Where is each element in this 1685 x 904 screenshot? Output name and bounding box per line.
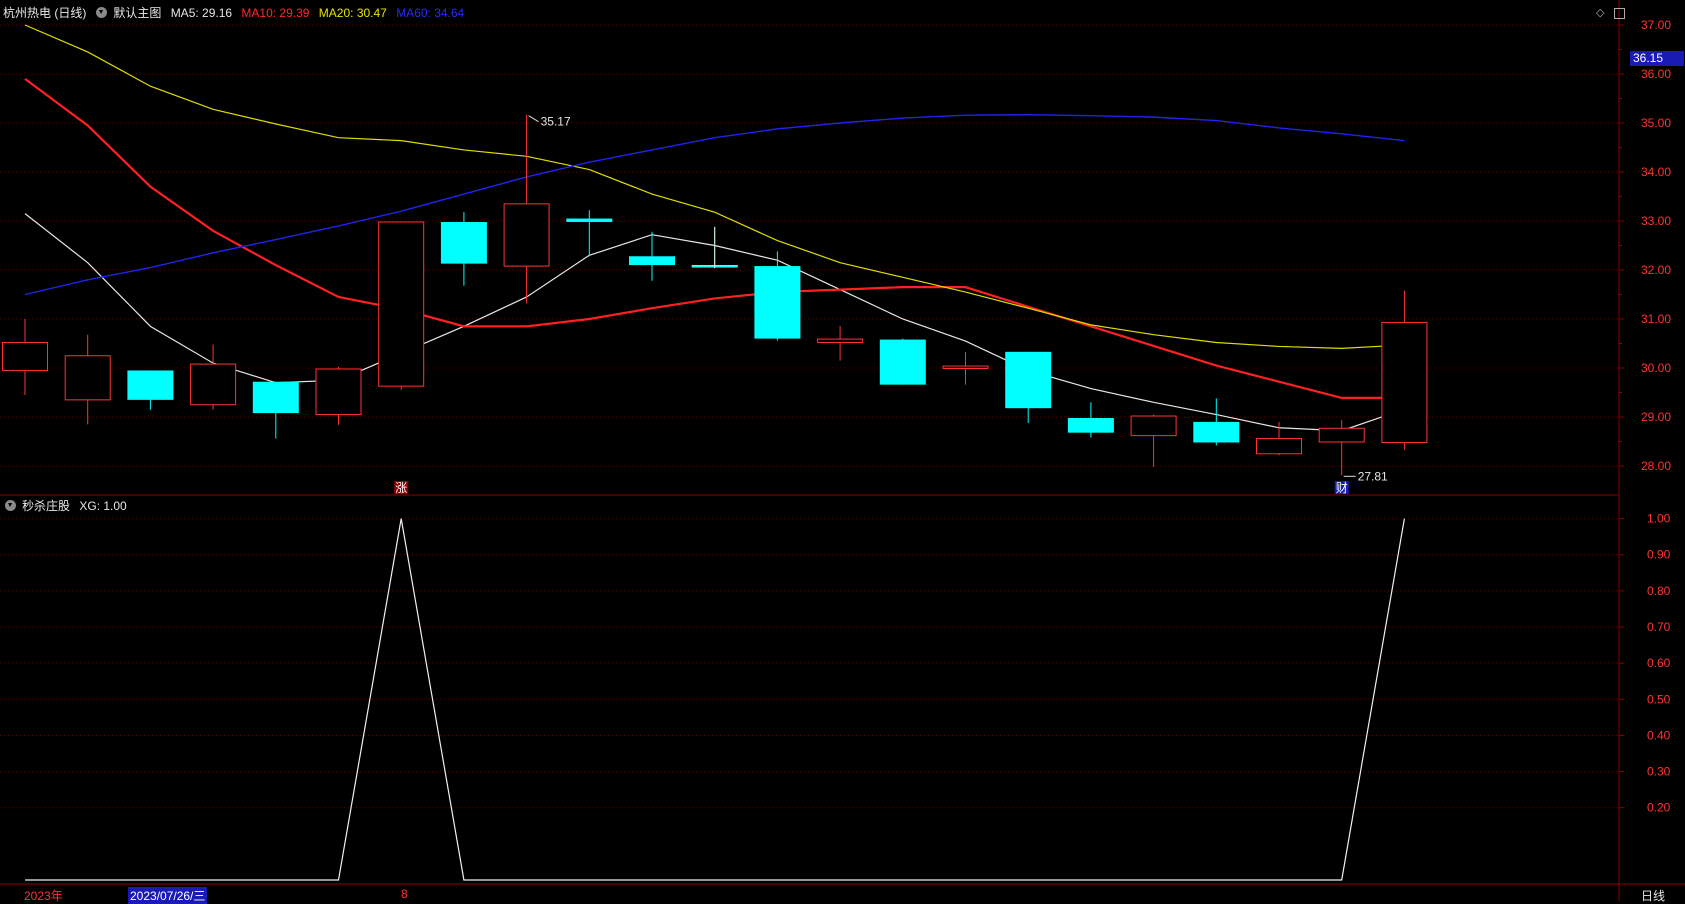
price-tick-label: 37.00 xyxy=(1641,18,1671,32)
indicator-tick-label: 0.90 xyxy=(1647,548,1671,562)
candle xyxy=(629,231,675,281)
candle-body xyxy=(817,338,864,344)
indicator-tick-label: 0.50 xyxy=(1647,692,1671,706)
candle-body xyxy=(1256,438,1302,455)
candle xyxy=(1381,290,1428,450)
indicator-header: 秒杀庄股 XG: 1.00 xyxy=(1,497,133,514)
price-tick-label: 33.00 xyxy=(1641,214,1671,228)
candle-body xyxy=(127,370,174,400)
candle-body xyxy=(2,342,48,371)
candle-body xyxy=(754,266,801,339)
indicator-value: XG: 1.00 xyxy=(79,499,127,513)
high-price-label: 35.17 xyxy=(541,115,571,129)
indicator-tick-label: 0.60 xyxy=(1647,656,1671,670)
indicator-tick-label: 0.40 xyxy=(1647,728,1671,742)
price-tick-label: 30.00 xyxy=(1641,361,1671,375)
candle xyxy=(315,367,362,425)
ma10-label: MA10: 29.39 xyxy=(241,6,310,20)
candle-body xyxy=(942,365,989,369)
current-price-tag: 36.15 xyxy=(1630,51,1684,66)
price-tick-label: 36.00 xyxy=(1641,67,1671,81)
candle xyxy=(1318,419,1365,476)
indicator-tick-label: 0.80 xyxy=(1647,584,1671,598)
marker-zhang: 涨 xyxy=(395,480,407,495)
candle-body xyxy=(1381,321,1428,443)
chart-canvas[interactable]: 37.00 36.00 35.00 34.00 33.00 32.00 31.00 30.00… xyxy=(0,0,1685,901)
xg-indicator-line xyxy=(25,518,1405,881)
price-tick-label: 34.00 xyxy=(1641,165,1671,179)
price-tick-label: 35.00 xyxy=(1641,116,1671,130)
candle-body xyxy=(252,381,299,414)
candle xyxy=(503,114,550,304)
candle xyxy=(1193,398,1240,446)
candle xyxy=(1130,414,1177,467)
indicator-tick-label: 0.70 xyxy=(1647,620,1671,634)
xg-line xyxy=(25,518,1405,881)
window-restore-icon[interactable] xyxy=(1614,8,1625,19)
candle xyxy=(252,381,299,439)
period-label[interactable]: 日线 xyxy=(1641,887,1665,904)
price-axis: 37.00 36.00 35.00 34.00 33.00 32.00 31.00 30.00… xyxy=(1619,18,1671,815)
indicator-tick-label: 1.00 xyxy=(1647,512,1671,526)
candle-body xyxy=(315,368,362,416)
candle xyxy=(879,338,926,385)
candle xyxy=(566,210,613,257)
candle-body xyxy=(378,221,425,387)
month-mark: 8 xyxy=(401,887,408,901)
price-tick-label: 32.00 xyxy=(1641,263,1671,277)
cursor-date-label[interactable]: 2023/07/26/三 xyxy=(128,887,208,904)
ma20-line xyxy=(24,24,1405,350)
candle xyxy=(817,325,864,361)
ma60-label: MA60: 34.64 xyxy=(396,6,465,20)
candle xyxy=(1067,402,1114,438)
candle-body xyxy=(1067,417,1114,433)
candlestick-series xyxy=(2,114,1428,476)
stock-title[interactable]: 杭州热电 (日线) xyxy=(3,6,86,20)
candle-body xyxy=(879,339,926,385)
low-price-label: 27.81 xyxy=(1358,469,1388,483)
candle-body xyxy=(1130,415,1177,437)
candle-body xyxy=(503,203,550,267)
ma5-label: MA5: 29.16 xyxy=(170,6,233,20)
candle xyxy=(754,251,801,341)
diamond-icon[interactable]: ◇ xyxy=(1596,6,1604,19)
template-label[interactable]: 默认主图 xyxy=(113,6,161,20)
price-tick-label: 31.00 xyxy=(1641,312,1671,326)
price-tick-label: 29.00 xyxy=(1641,410,1671,424)
candle xyxy=(1005,351,1052,423)
grid-lines xyxy=(0,0,1685,901)
indicator-tick-label: 0.20 xyxy=(1647,801,1671,815)
candle-body xyxy=(440,221,487,264)
template-dropdown-icon[interactable] xyxy=(96,7,108,18)
candle xyxy=(440,212,487,286)
candle-body xyxy=(566,218,613,222)
indicator-name[interactable]: 秒杀庄股 xyxy=(22,499,70,513)
candle-body xyxy=(1005,351,1052,409)
main-chart-header: 杭州热电 (日线) 默认主图 MA5: 29.16 MA10: 29.39 MA2… xyxy=(3,4,470,21)
indicator-dropdown-icon[interactable] xyxy=(5,500,16,511)
ma20-label: MA20: 30.47 xyxy=(318,6,387,20)
candle xyxy=(2,319,48,395)
indicator-tick-label: 0.30 xyxy=(1647,765,1671,779)
candle-body xyxy=(1193,421,1240,443)
year-label: 2023年 xyxy=(24,889,63,903)
candle-body xyxy=(190,363,237,406)
candle xyxy=(1256,421,1302,456)
candle xyxy=(942,351,989,385)
candle-body xyxy=(1318,427,1365,443)
marker-cai: 财 xyxy=(1336,481,1348,495)
candle-body xyxy=(64,355,111,401)
candle xyxy=(378,221,425,391)
candle-body xyxy=(629,256,675,266)
price-tick-label: 28.00 xyxy=(1641,459,1671,473)
candle xyxy=(127,370,174,410)
high-arrow xyxy=(528,115,539,123)
candle xyxy=(64,334,111,425)
